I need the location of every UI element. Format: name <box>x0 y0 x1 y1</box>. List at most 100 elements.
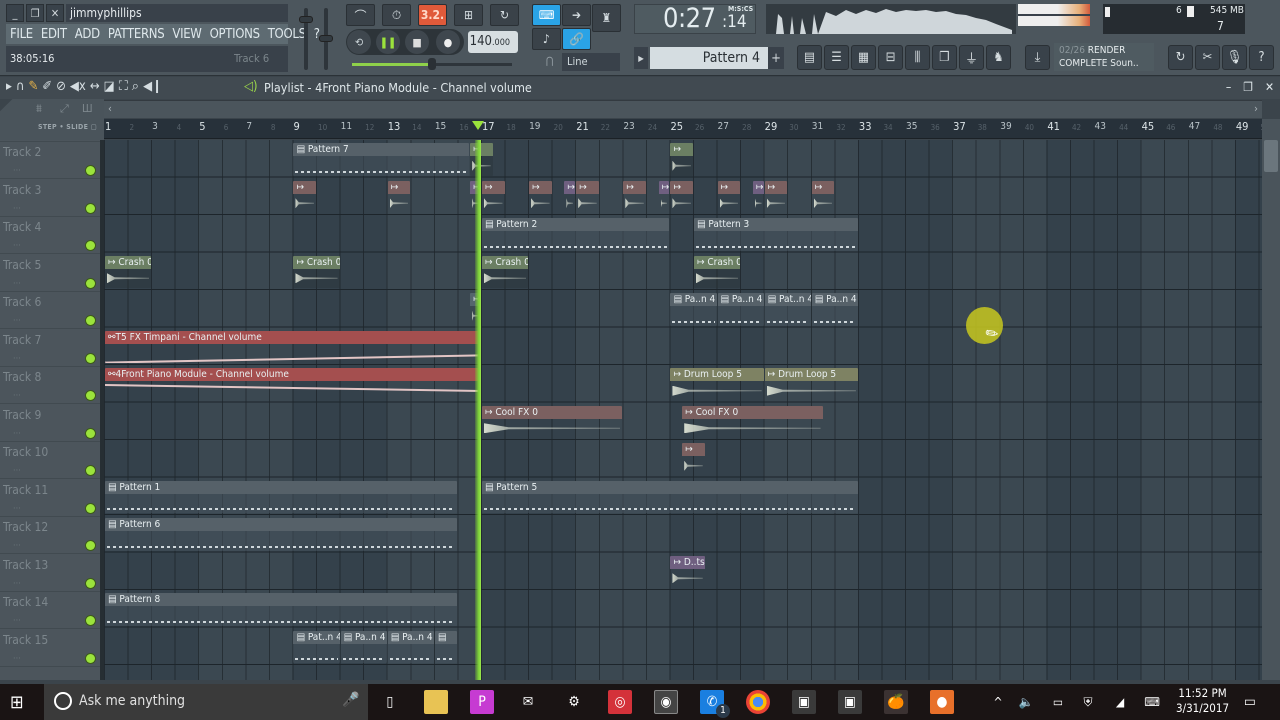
track-header[interactable]: Track 10 ··· <box>0 442 100 479</box>
track-name[interactable]: Track 14 <box>3 595 48 609</box>
pattern-clip[interactable]: ▤ Pa..n 4 <box>811 293 858 326</box>
close-button[interactable]: ✕ <box>46 4 64 22</box>
pattern-clip[interactable]: ▤ Pattern 2 <box>481 218 670 251</box>
plugin-icon[interactable]: ⏚ <box>959 45 984 70</box>
menu-edit[interactable]: EDIT <box>37 27 71 42</box>
track-name[interactable]: Track 8 <box>3 370 41 384</box>
track-header[interactable]: Track 6 ··· <box>0 292 100 329</box>
track-options-icon[interactable]: ··· <box>13 616 21 626</box>
maximize-icon[interactable]: ❐ <box>1243 80 1253 94</box>
audio-clip[interactable]: ↦ <box>670 180 693 214</box>
audio-clip[interactable]: ↦ <box>387 180 411 214</box>
menu-tools[interactable]: TOOLS <box>264 27 310 42</box>
tray-chevron-icon[interactable]: ^ <box>986 690 1010 714</box>
link-icon[interactable]: 🔗 <box>562 28 591 50</box>
menu-options[interactable]: OPTIONS <box>206 27 264 42</box>
mixer-icon[interactable]: ⫼ <box>905 45 930 70</box>
recorder-icon[interactable]: ● <box>930 690 954 714</box>
playhead[interactable] <box>474 140 481 680</box>
scroll-right-icon[interactable]: › <box>1254 102 1258 115</box>
audio-clip[interactable]: ↦ <box>576 180 599 214</box>
track-header[interactable]: Track 11 ··· <box>0 480 100 517</box>
close-icon[interactable]: ✕ <box>1265 80 1274 94</box>
browser-icon[interactable]: ⊟ <box>878 45 903 70</box>
app-window-icon-2[interactable]: ▣ <box>838 690 862 714</box>
magnet-icon[interactable]: ∩ <box>16 79 25 94</box>
track-options-icon[interactable]: ··· <box>13 579 21 589</box>
defender-icon[interactable]: ⛨ <box>1076 690 1100 714</box>
track-name[interactable]: Track 2 <box>3 145 41 159</box>
pattern-clip[interactable]: ▤ Pattern 3 <box>694 218 858 251</box>
pattern-clip[interactable]: ▤ Pa..n 4 <box>340 630 387 663</box>
mute-icon[interactable]: ◀x <box>70 79 86 94</box>
audio-clip[interactable]: ↦ <box>682 443 705 476</box>
chrome-icon[interactable] <box>746 690 770 714</box>
track-mute-led[interactable] <box>86 653 95 663</box>
playhead-marker[interactable] <box>471 121 484 130</box>
track-mute-led[interactable] <box>86 278 95 288</box>
track-options-icon[interactable]: ··· <box>13 391 21 401</box>
picsart-icon[interactable]: P <box>470 690 494 714</box>
track-name[interactable]: Track 7 <box>3 333 41 347</box>
minimize-icon[interactable]: – <box>1226 80 1231 94</box>
track-options-icon[interactable]: ··· <box>13 541 21 551</box>
track-header[interactable]: Track 8 ··· <box>0 367 100 404</box>
zoom-icon[interactable]: ⌕ <box>132 79 139 94</box>
pattern-clip[interactable]: ▤ Pattern 6 <box>105 518 458 551</box>
audio-clip[interactable]: ↦ Crash 0 <box>293 255 340 288</box>
audio-clip[interactable]: ↦ <box>470 143 493 176</box>
tempo-tapper-icon[interactable]: ♞ <box>986 45 1011 70</box>
track-options-icon[interactable]: ··· <box>13 654 21 664</box>
audio-clip[interactable]: ↦ <box>670 143 693 176</box>
audio-clip[interactable]: ↦ Drum Loop 5 <box>764 368 858 401</box>
track-header[interactable]: Track 7 ··· <box>0 330 100 367</box>
track-options-icon[interactable]: ··· <box>13 316 21 326</box>
app-window-icon[interactable]: ▣ <box>792 690 816 714</box>
track-name[interactable]: Track 12 <box>3 520 48 534</box>
midi-hat-icon[interactable]: ♜ <box>592 4 621 32</box>
speaker-icon[interactable]: ◁) <box>244 79 258 94</box>
action-center-icon[interactable]: ▭ <box>1238 690 1262 714</box>
audio-clip[interactable]: ↦ D..ts <box>670 555 705 589</box>
scroll-icon[interactable]: ♪ <box>532 28 561 50</box>
audio-clip[interactable]: ↦ <box>811 180 835 214</box>
track-header[interactable]: Track 15 ··· <box>0 630 100 667</box>
keyboard-icon[interactable]: ⌨ <box>1140 690 1164 714</box>
search-placeholder[interactable]: Ask me anything <box>79 693 185 709</box>
track-options-icon[interactable]: ··· <box>13 204 21 214</box>
audio-clip[interactable]: ↦ Crash 0 <box>481 255 529 288</box>
news-panel[interactable]: 02/26 RENDER COMPLETE Soun.. <box>1054 43 1154 71</box>
timeline-ruler[interactable]: 1 2 3 4 5 6 7 8 9 10 11 12 13 14 15 16 17 18 19 20 21 22 23 24 2… <box>104 119 1270 139</box>
audio-clip[interactable]: ↦ Drum Loop 5 <box>670 368 764 401</box>
track-header[interactable]: Track 12 ··· <box>0 517 100 554</box>
track-options-icon[interactable]: ··· <box>13 429 21 439</box>
track-name[interactable]: Track 3 <box>3 183 41 197</box>
menu-file[interactable]: FILE <box>6 27 37 42</box>
wait-record-button[interactable]: ⏱ <box>382 4 411 26</box>
audio-clip[interactable]: ↦ Cool FX 0 <box>682 405 823 439</box>
pattern-clip[interactable]: ▤ Pat..n 4 <box>293 630 340 663</box>
track-mute-led[interactable] <box>86 316 95 325</box>
track-mute-led[interactable] <box>86 241 95 250</box>
countdown-button[interactable]: 3.2. <box>418 4 447 26</box>
slip-icon[interactable]: ↔ <box>90 79 100 94</box>
cut-icon[interactable]: ✂ <box>1195 45 1220 70</box>
audio-clip[interactable]: ↦ <box>623 180 646 214</box>
download-icon[interactable]: ⤓ <box>1025 45 1050 70</box>
pattern-clip[interactable]: ▤ <box>434 630 458 663</box>
automation-clip[interactable]: ⚯4Front Piano Module - Channel volume <box>105 368 481 401</box>
pattern-prev-button[interactable]: ▶ <box>634 47 648 69</box>
track-header[interactable]: Track 14 ··· <box>0 592 100 629</box>
track-header[interactable]: Track 2 ··· <box>0 142 100 179</box>
main-pitch-handle[interactable] <box>428 58 436 70</box>
media-app-icon[interactable]: ◉ <box>654 690 678 714</box>
track-header[interactable]: Track 9 ··· <box>0 405 100 442</box>
add-pattern-button[interactable]: + <box>768 47 784 69</box>
track-options-icon[interactable]: ··· <box>13 504 21 514</box>
select-icon[interactable]: ⛶ <box>119 79 128 94</box>
playback-icon[interactable]: ◀❙ <box>143 79 162 94</box>
restore-button[interactable]: ❐ <box>26 4 44 22</box>
tempo-field[interactable]: 140.000 <box>468 31 518 53</box>
menu-view[interactable]: VIEW <box>168 27 205 42</box>
track-name[interactable]: Track 5 <box>3 258 41 272</box>
